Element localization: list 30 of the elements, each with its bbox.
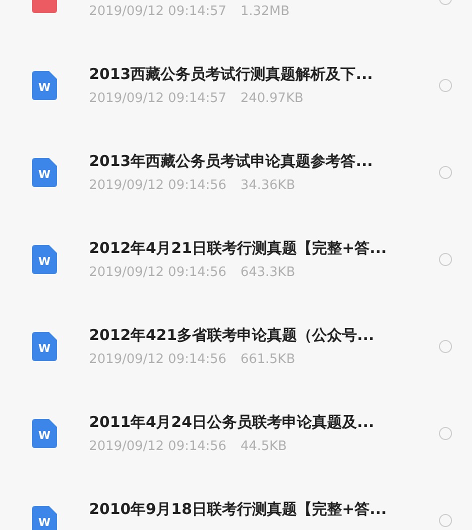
modified-date: 2019/09/12 09:14:56 <box>89 350 226 368</box>
modified-date: 2019/09/12 09:14:57 <box>89 90 226 108</box>
modified-date: 2019/09/12 09:14:57 <box>89 2 226 20</box>
select-radio[interactable] <box>439 166 452 179</box>
select-radio[interactable] <box>439 253 452 266</box>
file-size: 1.32MB <box>240 2 290 20</box>
select-radio[interactable] <box>439 79 452 92</box>
document-icon: W <box>32 158 57 187</box>
modified-date: 2019/09/12 09:14:56 <box>89 264 226 282</box>
file-size: 34.36KB <box>240 176 296 194</box>
file-name: 2013西藏公务员考试行测真题解析及下... <box>89 64 374 84</box>
file-size: 643.3KB <box>240 264 296 282</box>
select-radio[interactable] <box>439 427 452 440</box>
file-name: 2013年西藏公务员考试申论真题参考答... <box>89 150 374 172</box>
file-name: 2011年4月24日公务员联考申论真题及... <box>89 412 376 432</box>
document-icon: W <box>32 332 57 361</box>
document-icon: W <box>32 71 57 100</box>
document-icon: W <box>32 245 57 274</box>
modified-date: 2019/09/12 09:14:56 <box>89 438 226 456</box>
file-name: 2012年421多省联考申论真题（公众号... <box>89 324 376 346</box>
file-name: 2010年9月18日联考行测真题【完整+答... <box>89 498 388 520</box>
file-size: 44.5KB <box>240 438 287 456</box>
document-icon: W <box>32 419 57 448</box>
modified-date: 2019/09/12 09:14:56 <box>89 176 226 194</box>
select-radio[interactable] <box>439 340 452 353</box>
select-radio[interactable] <box>439 514 452 527</box>
file-size: 240.97KB <box>240 90 304 108</box>
file-name: 2012年4月21日联考行测真题【完整+答... <box>89 238 388 258</box>
file-size: 661.5KB <box>240 350 296 368</box>
document-icon: W <box>32 506 57 530</box>
